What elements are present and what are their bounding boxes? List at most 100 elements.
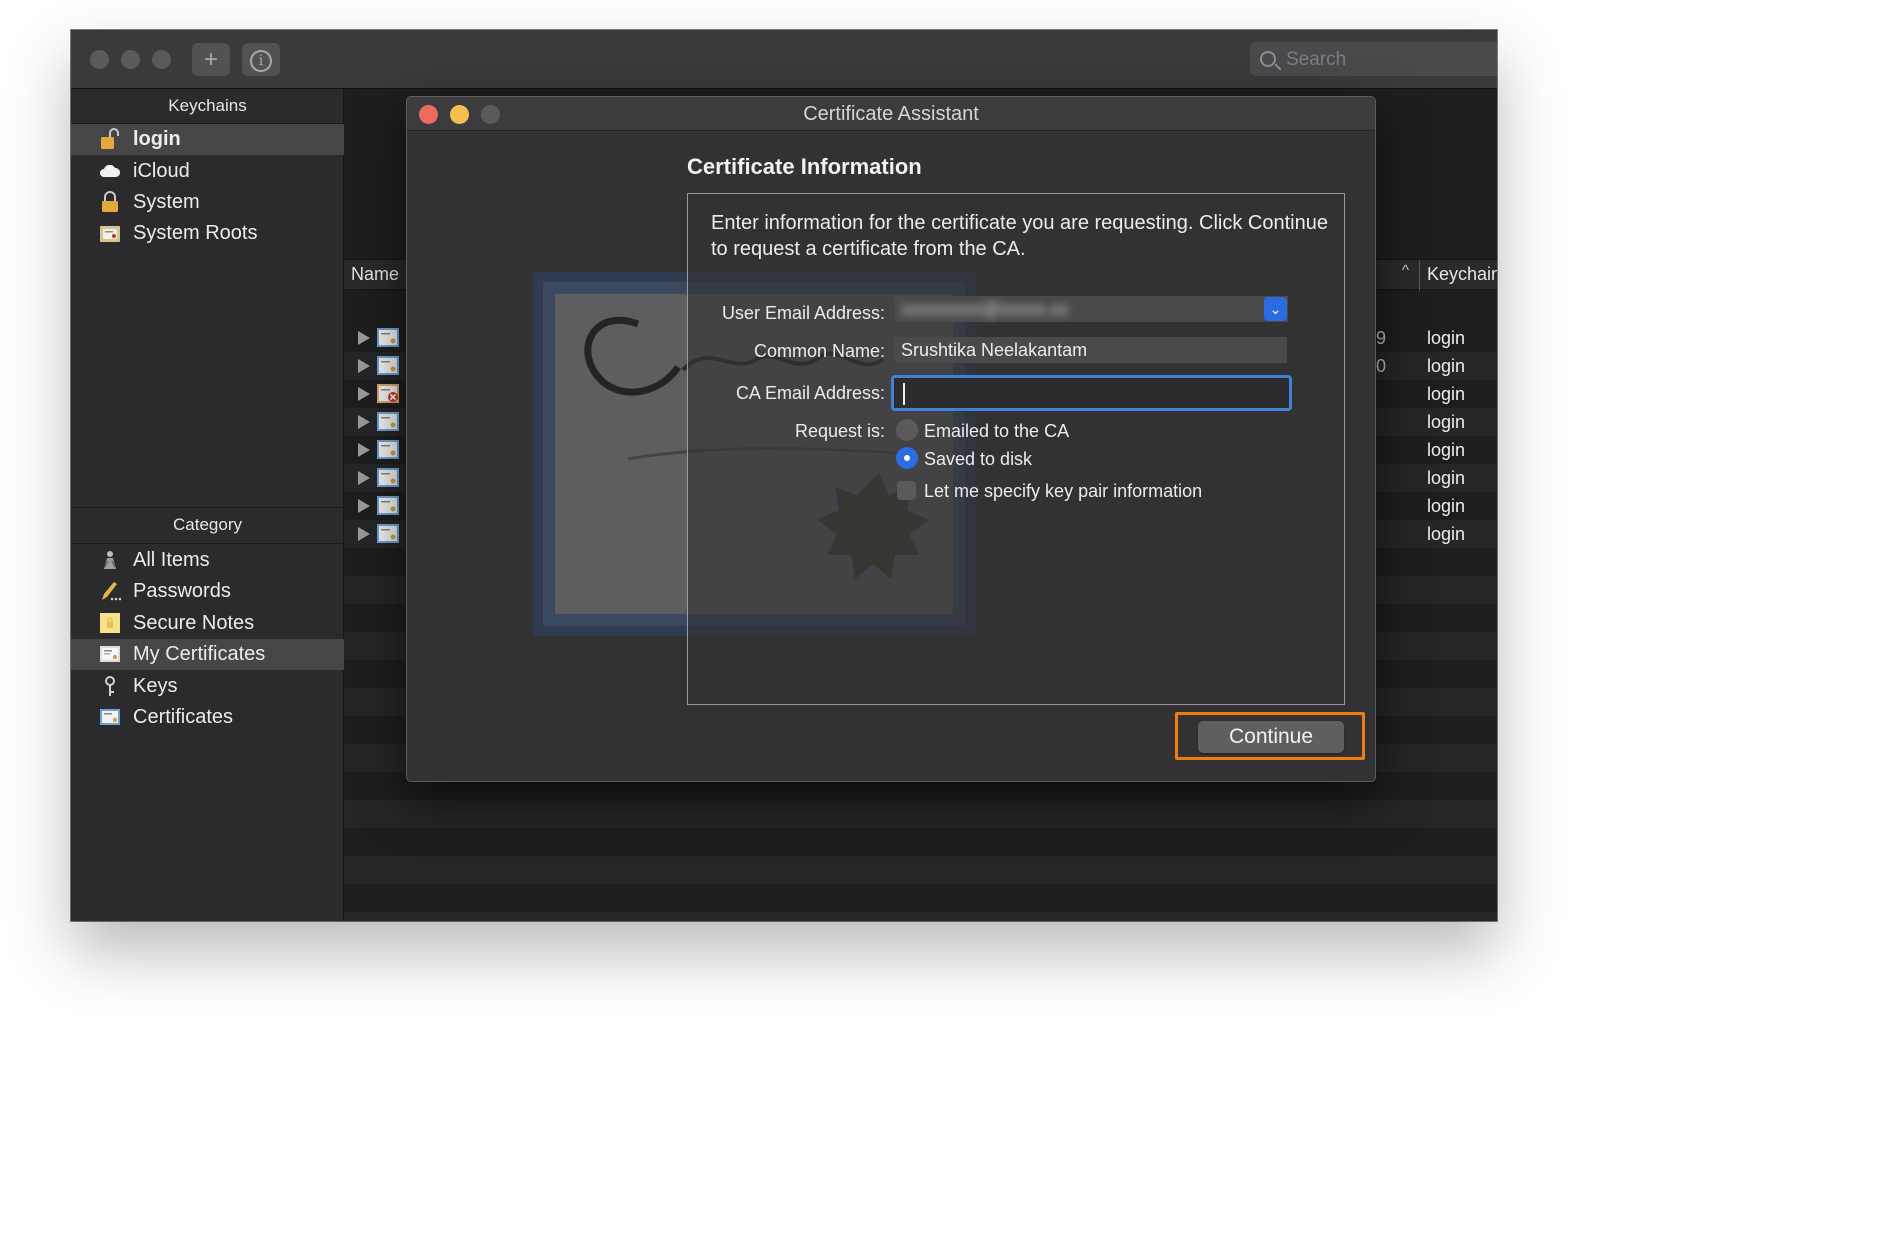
certificate-icon: [377, 440, 399, 459]
key-pair-checkbox-label[interactable]: Let me specify key pair information: [924, 481, 1202, 502]
key-icon: [105, 676, 115, 696]
disclosure-triangle-icon[interactable]: [358, 359, 370, 373]
sidebar-item-icloud[interactable]: iCloud: [71, 156, 344, 187]
disclosure-triangle-icon[interactable]: [358, 387, 370, 401]
user-email-combo[interactable]: xxxxxxxxx@xxxxx.xx ⌄: [895, 296, 1288, 322]
dialog-close-button[interactable]: [419, 105, 438, 124]
row-keychain-cell: login: [1427, 412, 1466, 432]
certificate-icon: [377, 524, 399, 543]
common-name-field[interactable]: Srushtika Neelakantam: [895, 337, 1287, 363]
column-header-name[interactable]: Name: [351, 264, 399, 285]
sidebar-item-label: Certificates: [133, 706, 234, 728]
radio-emailed-to-ca-label[interactable]: Emailed to the CA: [924, 421, 1069, 442]
sidebar-item-label: All Items: [133, 549, 210, 571]
ca-email-field[interactable]: [891, 375, 1292, 411]
sidebar-item-login[interactable]: login: [71, 124, 344, 155]
sidebar-item-passwords[interactable]: Passwords: [71, 576, 344, 607]
chevron-down-icon[interactable]: ⌄: [1264, 297, 1287, 321]
empty-row: [344, 800, 1497, 828]
intro-text: Enter information for the certificate yo…: [711, 212, 1328, 260]
common-name-value: Srushtika Neelakantam: [901, 340, 1088, 360]
row-keychain-cell: login: [1427, 384, 1466, 404]
radio-saved-to-disk[interactable]: [896, 447, 918, 469]
dialog-title: Certificate Assistant: [803, 103, 979, 125]
row-name-cell: [344, 352, 414, 380]
empty-row: [344, 912, 1497, 921]
add-button[interactable]: +: [192, 43, 230, 76]
sort-ascending-icon[interactable]: ^: [1402, 262, 1409, 279]
row-keychain-cell: login: [1427, 440, 1466, 460]
user-email-redacted: xxxxxxxxx@xxxxx.xx: [901, 299, 1069, 319]
toolbar: + i Search: [71, 30, 1497, 89]
sidebar-item-label: iCloud: [133, 160, 190, 182]
dialog-zoom-button[interactable]: [481, 105, 500, 124]
divider: [71, 543, 344, 544]
certificate-folder-icon: [100, 226, 120, 242]
row-name-cell: [344, 324, 414, 352]
empty-row: [344, 828, 1497, 856]
sidebar-item-system[interactable]: System: [71, 187, 344, 218]
sidebar-item-keys[interactable]: Keys: [71, 671, 344, 702]
row-keychain-cell: login: [1427, 356, 1466, 376]
disclosure-triangle-icon[interactable]: [358, 331, 370, 345]
sidebar: Keychains login iCloud System System Roo…: [71, 89, 344, 921]
disclosure-triangle-icon[interactable]: [358, 499, 370, 513]
sidebar-item-label: login: [133, 128, 181, 150]
sidebar-item-secure-notes[interactable]: Secure Notes: [71, 608, 344, 639]
empty-row: [344, 856, 1497, 884]
locked-padlock-icon: [102, 191, 118, 212]
info-button[interactable]: i: [242, 43, 280, 76]
column-divider[interactable]: [1419, 260, 1420, 291]
zoom-button[interactable]: [152, 50, 171, 69]
ca-email-label: CA Email Address:: [735, 383, 885, 403]
certificate-assistant-dialog: Certificate Assistant Certificate Inform…: [406, 96, 1376, 782]
row-name-cell: [344, 380, 414, 408]
certificate-icon: [377, 412, 399, 431]
user-email-label: User Email Address:: [721, 303, 885, 323]
info-icon: i: [250, 49, 272, 72]
text-cursor: [903, 383, 905, 405]
key-pair-checkbox[interactable]: [897, 481, 916, 500]
dialog-minimize-button[interactable]: [450, 105, 469, 124]
common-name-label: Common Name:: [753, 341, 885, 361]
plus-icon: +: [203, 46, 218, 73]
close-button[interactable]: [90, 50, 109, 69]
minimize-button[interactable]: [121, 50, 140, 69]
sidebar-item-my-certificates[interactable]: My Certificates: [71, 639, 344, 670]
column-header-keychain[interactable]: Keychain: [1427, 264, 1497, 285]
certificate-icon: [100, 709, 120, 725]
search-placeholder: Search: [1286, 49, 1347, 70]
category-header: Category: [173, 515, 242, 534]
sidebar-item-certificates[interactable]: Certificates: [71, 702, 344, 733]
row-keychain-cell: login: [1427, 524, 1466, 544]
row-name-cell: [344, 436, 414, 464]
disclosure-triangle-icon[interactable]: [358, 415, 370, 429]
certificate-icon: [377, 356, 399, 375]
row-name-cell: [344, 408, 414, 436]
certificate-icon: [377, 496, 399, 515]
search-icon: [1260, 51, 1276, 67]
certificate-icon: [377, 328, 399, 347]
row-name-cell: [344, 520, 414, 548]
pencil-icon: [102, 582, 121, 601]
dialog-heading: Certificate Information: [687, 154, 922, 179]
request-is-label: Request is:: [794, 421, 885, 441]
sidebar-item-system-roots[interactable]: System Roots: [71, 218, 344, 249]
note-icon: [100, 613, 120, 633]
all-items-icon: [104, 551, 116, 569]
disclosure-triangle-icon[interactable]: [358, 443, 370, 457]
search-field[interactable]: Search: [1250, 42, 1497, 76]
radio-emailed-to-ca[interactable]: [896, 419, 918, 441]
empty-row: [344, 884, 1497, 912]
certificate-icon: [377, 468, 399, 487]
disclosure-triangle-icon[interactable]: [358, 471, 370, 485]
row-name-cell: [344, 464, 414, 492]
row-partial-value: 0: [1376, 356, 1387, 376]
disclosure-triangle-icon[interactable]: [358, 527, 370, 541]
sidebar-item-all-items[interactable]: All Items: [71, 545, 344, 576]
radio-saved-to-disk-label[interactable]: Saved to disk: [924, 449, 1032, 470]
sidebar-item-label: Passwords: [133, 580, 231, 602]
sidebar-item-label: System: [133, 191, 200, 213]
invalid-certificate-icon: [377, 384, 399, 403]
continue-button[interactable]: Continue: [1198, 721, 1344, 753]
